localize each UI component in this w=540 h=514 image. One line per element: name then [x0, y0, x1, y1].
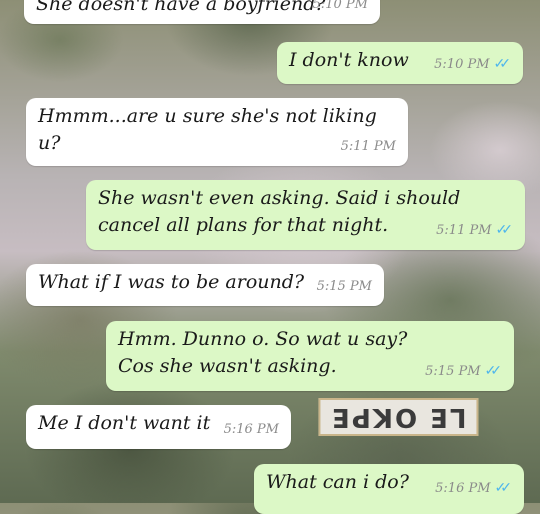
- message-time: 5:11 PM: [436, 223, 492, 238]
- message-meta: 5:15 PM: [317, 273, 372, 300]
- message-text: She wasn't even asking. Said i should ca…: [98, 187, 461, 236]
- message-bubble-incoming[interactable]: Me I don't want it 5:16 PM: [26, 405, 291, 449]
- uniform-name-patch: LE OKPE: [318, 398, 479, 436]
- message-meta: 5:16 PM: [224, 416, 279, 443]
- message-time: 5:10 PM: [312, 0, 368, 12]
- message-bubble-outgoing[interactable]: She wasn't even asking. Said i should ca…: [86, 180, 525, 250]
- double-check-icon: ✓✓: [495, 222, 514, 238]
- message-time: 5:16 PM: [435, 481, 491, 496]
- message-bubble-outgoing[interactable]: I don't know 5:10 PM ✓✓: [277, 42, 523, 84]
- message-meta: 5:10 PM: [313, 0, 368, 18]
- message-time: 5:15 PM: [316, 279, 372, 294]
- message-meta: 5:11 PM: [341, 133, 396, 160]
- message-text: Me I don't want it: [38, 412, 211, 434]
- message-meta: 5:15 PM ✓✓: [425, 358, 502, 385]
- message-bubble-incoming[interactable]: Hmmm...are u sure she's not liking u? 5:…: [26, 98, 408, 166]
- message-text: Hmm. Dunno o. So wat u say? Cos she wasn…: [118, 328, 408, 377]
- double-check-icon: ✓✓: [484, 363, 503, 379]
- message-meta: 5:16 PM ✓✓: [435, 475, 512, 502]
- message-text: What if I was to be around?: [38, 271, 305, 293]
- message-text: Hmmm...are u sure she's not liking u?: [38, 105, 377, 154]
- message-meta: 5:10 PM ✓✓: [434, 51, 511, 78]
- message-bubble-incoming[interactable]: What if I was to be around? 5:15 PM: [26, 264, 384, 306]
- message-time: 5:16 PM: [223, 422, 279, 437]
- message-time: 5:15 PM: [425, 364, 481, 379]
- message-meta: 5:11 PM ✓✓: [436, 217, 513, 244]
- double-check-icon: ✓✓: [493, 56, 512, 72]
- message-bubble-outgoing[interactable]: What can i do? 5:16 PM ✓✓: [254, 464, 524, 514]
- message-bubble-outgoing[interactable]: Hmm. Dunno o. So wat u say? Cos she wasn…: [106, 321, 514, 391]
- message-time: 5:11 PM: [340, 139, 396, 154]
- message-text: She doesn't have a boyfriend?: [36, 0, 326, 15]
- message-text: I don't know: [289, 49, 409, 71]
- message-bubble-incoming[interactable]: She doesn't have a boyfriend? 5:10 PM: [24, 0, 380, 24]
- message-time: 5:10 PM: [434, 57, 490, 72]
- message-text: What can i do?: [266, 471, 409, 493]
- double-check-icon: ✓✓: [494, 480, 513, 496]
